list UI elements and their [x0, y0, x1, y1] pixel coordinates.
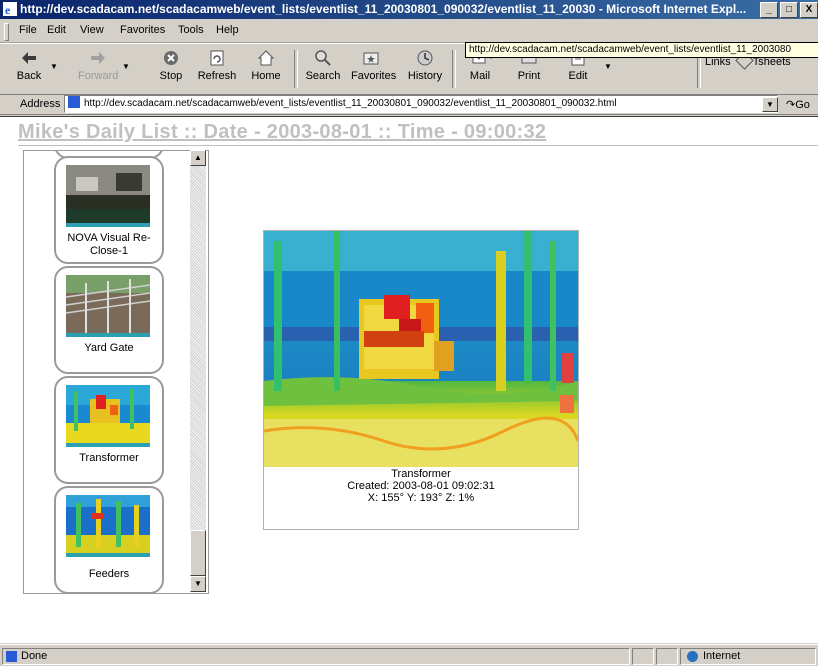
thumbnail-list[interactable]: NOVA Visual Re-Close-1 Yard Gate Transfo… — [23, 150, 209, 594]
thumbnail-label: NOVA Visual Re-Close-1 — [67, 232, 151, 257]
status-cell — [656, 648, 678, 665]
zone-label: Internet — [703, 650, 741, 662]
status-zone-cell: Internet — [680, 648, 816, 665]
svg-text:e: e — [5, 3, 11, 16]
window-title: http://dev.scadacam.net/scadacamweb/even… — [20, 2, 747, 16]
back-button[interactable]: Back — [9, 48, 49, 82]
thumbnail-label: Yard Gate — [84, 342, 134, 354]
menu-tools[interactable]: Tools — [178, 24, 204, 36]
globe-icon — [687, 651, 698, 662]
thumbnail-card-yard-gate[interactable]: Yard Gate — [54, 266, 164, 374]
home-button[interactable]: Home — [246, 48, 286, 82]
thumbnail-label: Transformer — [79, 452, 139, 464]
history-icon — [417, 50, 433, 66]
favorites-label: Favorites — [351, 70, 397, 82]
maximize-button[interactable]: □ — [780, 2, 798, 18]
menu-favorites[interactable]: Favorites — [120, 24, 165, 36]
thermal-transformer-thumbnail — [66, 385, 150, 447]
toolbar-separator — [294, 50, 298, 88]
minimize-button[interactable]: _ — [760, 2, 778, 18]
thumbnail-card-feeders[interactable]: Feeders — [54, 486, 164, 593]
refresh-label: Refresh — [197, 70, 237, 82]
image-coords: X: 155° Y: 193° Z: 1% — [367, 492, 475, 504]
menu-help[interactable]: Help — [216, 24, 239, 36]
address-bar: Address http://dev.scadacam.net/scadacam… — [0, 94, 818, 115]
scrollbar-thumb[interactable] — [190, 530, 206, 576]
image-created: Created: 2003-08-01 09:02:31 — [347, 480, 495, 492]
main-image-panel: Transformer Created: 2003-08-01 09:02:31… — [263, 230, 579, 530]
stop-icon — [164, 51, 178, 65]
back-dropdown-icon[interactable]: ▼ — [50, 62, 58, 71]
favorites-icon — [363, 52, 379, 65]
page-content: Mike's Daily List :: Date - 2003-08-01 :… — [0, 116, 818, 643]
menu-file[interactable]: File — [19, 24, 37, 36]
print-label: Print — [517, 70, 541, 82]
forward-label: Forward — [78, 70, 119, 82]
mail-label: Mail — [469, 70, 491, 82]
status-cell — [632, 648, 654, 665]
refresh-button[interactable]: Refresh — [197, 48, 237, 82]
thermal-feeders-thumbnail — [66, 495, 150, 557]
favorites-button[interactable]: Favorites — [351, 48, 396, 82]
thumbnail-card-transformer[interactable]: Transformer — [54, 376, 164, 484]
edit-dropdown-icon[interactable]: ▼ — [604, 62, 612, 71]
internet-explorer-icon: e — [3, 2, 17, 16]
visual-camera-thumbnail — [66, 165, 150, 227]
history-label: History — [407, 70, 443, 82]
done-page-icon — [6, 651, 17, 662]
window-title-bar[interactable]: e http://dev.scadacam.net/scadacamweb/ev… — [0, 0, 818, 19]
status-main-cell: Done — [2, 648, 630, 665]
address-url: http://dev.scadacam.net/scadacamweb/even… — [84, 98, 617, 109]
history-button[interactable]: History — [405, 48, 445, 82]
thermal-transformer-image[interactable] — [264, 231, 578, 467]
image-caption: Transformer Created: 2003-08-01 09:02:31… — [264, 468, 578, 504]
stop-label: Stop — [159, 70, 183, 82]
page-icon — [68, 96, 80, 108]
status-text: Done — [21, 650, 48, 662]
search-label: Search — [305, 70, 341, 82]
close-button[interactable]: X — [800, 2, 818, 18]
back-arrow-icon — [22, 52, 36, 64]
toolbar-separator — [452, 50, 456, 88]
home-icon — [257, 50, 275, 66]
thumbnail-card-nova-visual[interactable]: NOVA Visual Re-Close-1 — [54, 156, 164, 264]
status-bar: Done Internet — [0, 644, 818, 666]
home-label: Home — [251, 70, 281, 82]
address-label: Address — [20, 98, 61, 110]
page-title: Mike's Daily List :: Date - 2003-08-01 :… — [18, 121, 547, 143]
forward-button[interactable]: Forward — [78, 48, 118, 82]
menu-grip-handle[interactable] — [4, 23, 9, 41]
yard-gate-thumbnail — [66, 275, 150, 337]
edit-label: Edit — [568, 70, 588, 82]
back-label: Back — [16, 70, 42, 82]
go-arrow-icon: ↷ — [786, 99, 796, 111]
menu-edit[interactable]: Edit — [47, 24, 66, 36]
address-input[interactable]: http://dev.scadacam.net/scadacamweb/even… — [64, 95, 778, 113]
scroll-down-icon[interactable]: ▼ — [190, 576, 206, 592]
forward-arrow-icon — [91, 52, 105, 64]
address-dropdown-icon[interactable]: ▼ — [762, 97, 778, 112]
thumbnail-scrollbar[interactable]: ▲ ▼ — [190, 150, 206, 592]
stop-button[interactable]: Stop — [151, 48, 191, 82]
search-button[interactable]: Search — [303, 48, 343, 82]
image-name: Transformer — [391, 468, 451, 480]
forward-dropdown-icon[interactable]: ▼ — [122, 62, 130, 71]
menu-view[interactable]: View — [80, 24, 104, 36]
search-icon — [315, 50, 331, 66]
refresh-icon — [210, 50, 224, 66]
heading-divider — [18, 145, 818, 146]
go-button[interactable]: ↷Go — [786, 98, 810, 111]
scroll-up-icon[interactable]: ▲ — [190, 150, 206, 166]
menu-bar: File Edit View Favorites Tools Help — [0, 20, 818, 43]
thumbnail-label: Feeders — [88, 568, 130, 580]
url-tooltip: http://dev.scadacam.net/scadacamweb/even… — [465, 42, 818, 58]
